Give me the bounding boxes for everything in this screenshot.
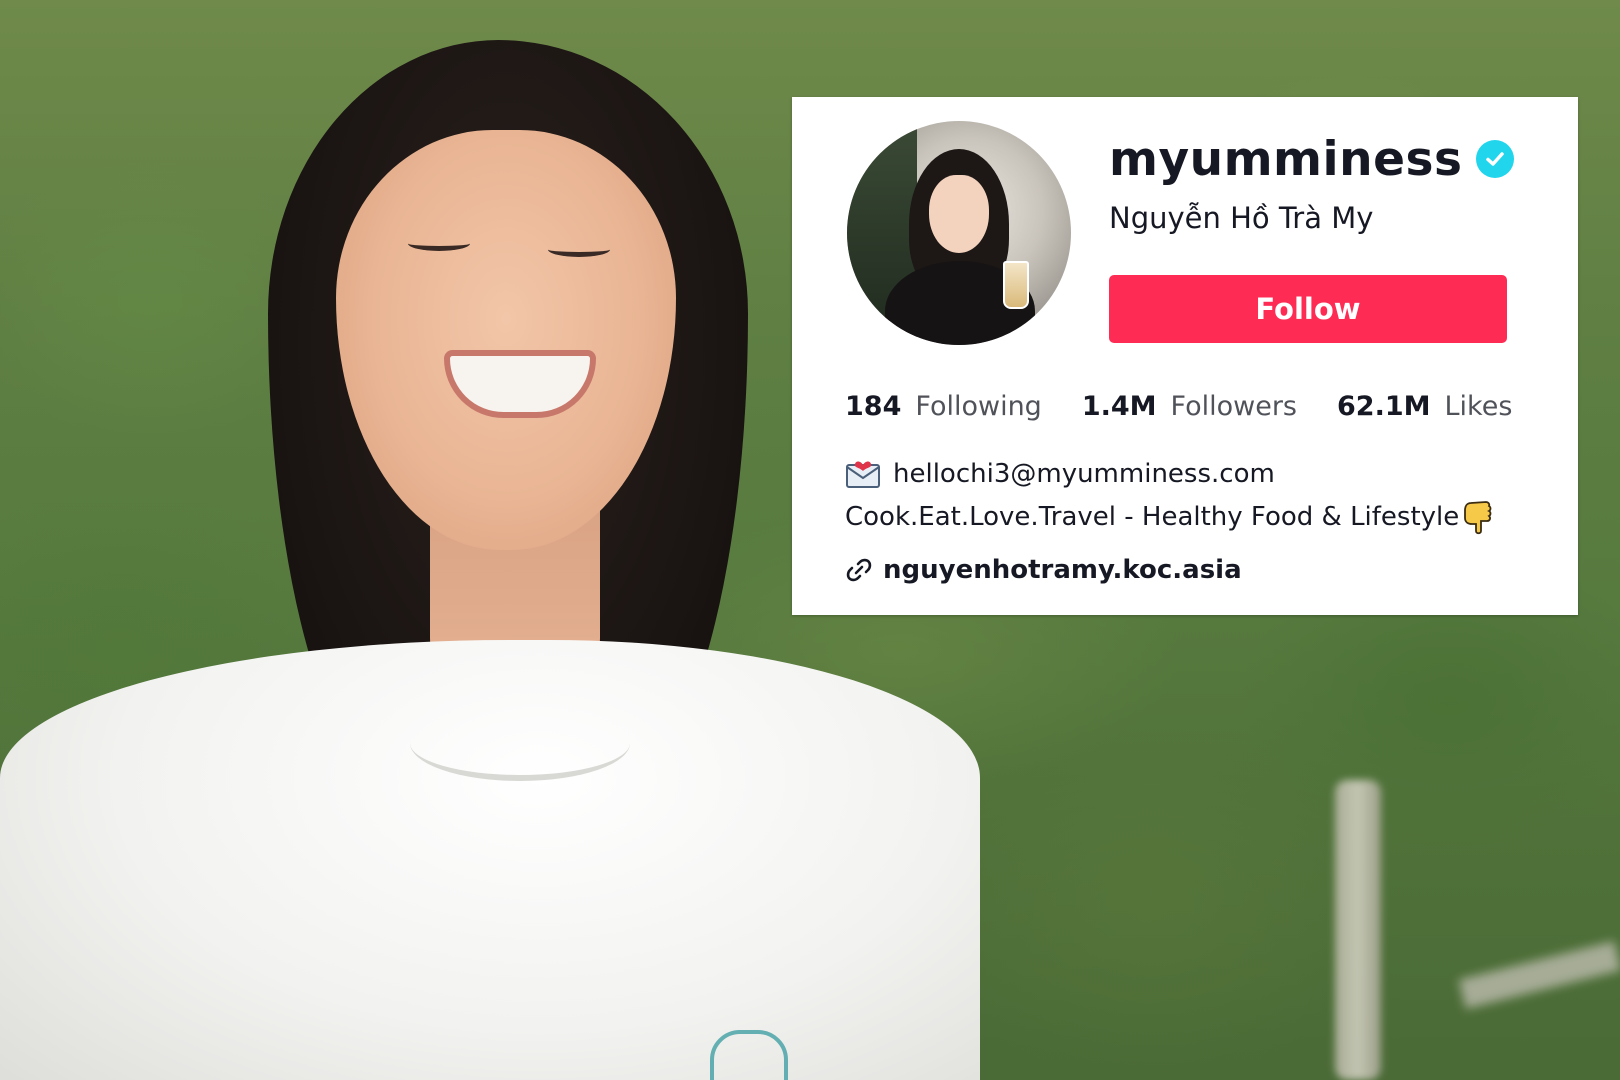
closed-eye-left (408, 236, 470, 251)
display-name: Nguyễn Hồ Trà My (1109, 201, 1374, 235)
stat-followers[interactable]: 1.4M Followers (1082, 391, 1297, 422)
profile-card: myumminess Nguyễn Hồ Trà My Follow 184 F… (792, 97, 1578, 615)
pointing-down-hand-icon (1461, 499, 1495, 535)
background-photo: myumminess Nguyễn Hồ Trà My Follow 184 F… (0, 0, 1620, 1080)
love-letter-icon (845, 459, 881, 489)
email-text: hellochi3@myumminess.com (893, 459, 1275, 489)
follow-button[interactable]: Follow (1109, 275, 1507, 343)
closed-eye-right (548, 242, 610, 257)
stat-value: 1.4M (1081, 391, 1157, 422)
bio: Cook.Eat.Love.Travel - Healthy Food & Li… (845, 499, 1495, 535)
verified-check-icon (1476, 140, 1515, 178)
avatar[interactable] (847, 121, 1071, 345)
stat-label: Followers (1170, 391, 1298, 422)
stat-value: 184 (845, 391, 902, 422)
background-pole (1335, 780, 1381, 1080)
stat-label: Likes (1444, 391, 1513, 422)
link-chain-icon (845, 556, 873, 584)
username: myumminess (1109, 131, 1463, 187)
stat-label: Following (915, 391, 1042, 422)
profile-stats: 184 Following 1.4M Followers 62.1M Likes (845, 391, 1552, 422)
shirt-logo (710, 1030, 788, 1080)
bio-text: Cook.Eat.Love.Travel - Healthy Food & Li… (845, 502, 1460, 532)
avatar-face (929, 175, 989, 253)
username-row: myumminess (1109, 129, 1515, 189)
link-text[interactable]: nguyenhotramy.koc.asia (883, 555, 1242, 585)
stat-following[interactable]: 184 Following (845, 391, 1042, 422)
profile-link[interactable]: nguyenhotramy.koc.asia (845, 555, 1242, 585)
email-row: hellochi3@myumminess.com (845, 459, 1275, 489)
tshirt-collar (410, 705, 630, 781)
avatar-drink-glass (1003, 261, 1029, 309)
stat-value: 62.1M (1337, 391, 1431, 422)
stat-likes: 62.1M Likes (1337, 391, 1512, 422)
background-structure (1458, 941, 1620, 1009)
